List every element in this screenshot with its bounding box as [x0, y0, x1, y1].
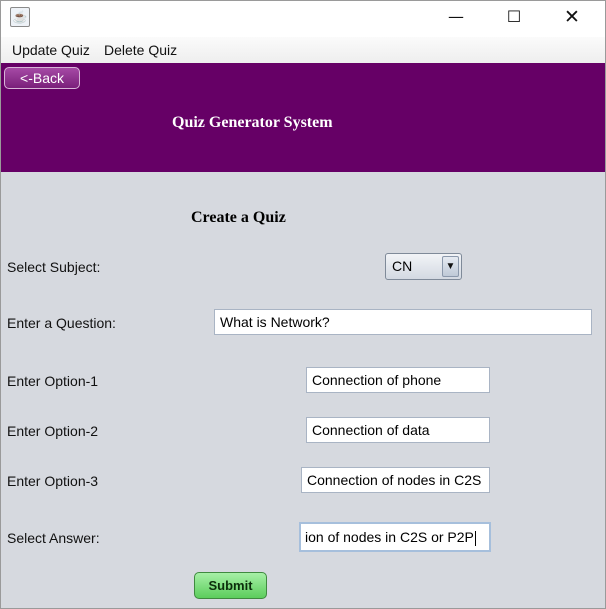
question-label: Enter a Question:	[7, 315, 116, 331]
option2-label: Enter Option-2	[7, 423, 99, 439]
chevron-down-icon[interactable]: ▼	[442, 256, 459, 277]
quiz-form: Create a Quiz Select Subject: CN ▼ Enter…	[1, 172, 605, 608]
answer-input[interactable]: ion of nodes in C2S or P2P	[299, 522, 491, 552]
option3-label: Enter Option-3	[7, 473, 99, 489]
menu-delete-quiz[interactable]: Delete Quiz	[104, 42, 177, 58]
option1-input[interactable]: Connection of phone	[306, 367, 490, 393]
text-caret	[474, 530, 476, 546]
menu-bar: Update Quiz Delete Quiz	[1, 37, 605, 63]
form-title: Create a Quiz	[191, 209, 286, 226]
header-banner: <-Back Quiz Generator System	[1, 63, 605, 172]
subject-value: CN	[392, 258, 413, 274]
subject-select[interactable]: CN ▼	[385, 253, 462, 280]
answer-label: Select Answer:	[7, 530, 100, 546]
option1-label: Enter Option-1	[7, 373, 99, 389]
question-input[interactable]: What is Network?	[214, 309, 592, 335]
app-window: ☕ — ☐ ✕ Update Quiz Delete Quiz <-Back Q…	[0, 0, 606, 609]
option3-input[interactable]: Connection of nodes in C2S	[301, 467, 490, 493]
back-button[interactable]: <-Back	[4, 67, 80, 89]
menu-update-quiz[interactable]: Update Quiz	[12, 42, 90, 58]
subject-label: Select Subject:	[7, 259, 101, 275]
option2-input[interactable]: Connection of data	[306, 417, 490, 443]
answer-value: ion of nodes in C2S or P2P	[305, 529, 474, 545]
submit-button[interactable]: Submit	[194, 572, 267, 599]
minimize-button[interactable]: —	[433, 1, 479, 33]
title-bar: ☕ — ☐ ✕	[1, 1, 605, 33]
system-title: Quiz Generator System	[172, 114, 333, 131]
java-cup-icon: ☕	[10, 7, 30, 27]
maximize-button[interactable]: ☐	[491, 1, 537, 33]
close-button[interactable]: ✕	[549, 1, 595, 33]
